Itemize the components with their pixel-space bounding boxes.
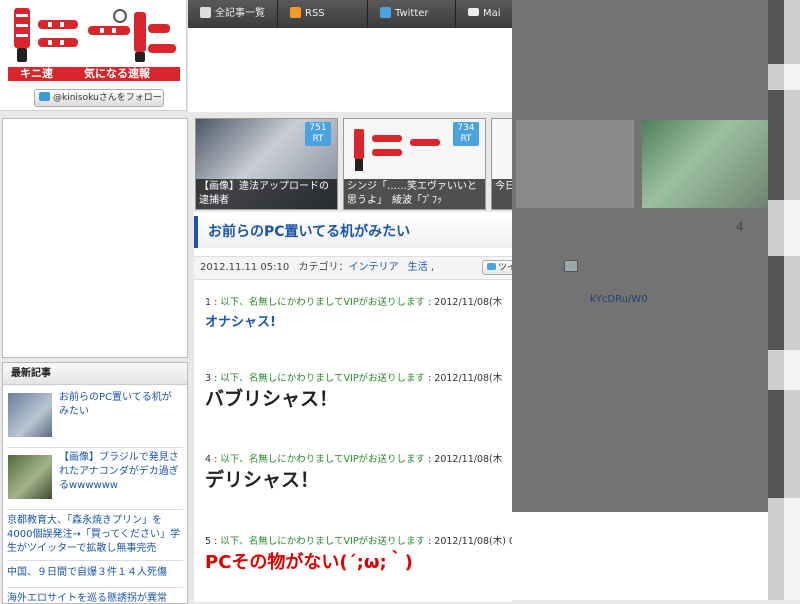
response-name: 以下、名無しにかわりましてVIPがお送りします xyxy=(220,536,426,547)
response-name: 以下、名無しにかわりましてVIPがお送りします xyxy=(220,297,426,308)
response-body: オナシャス! xyxy=(205,315,276,330)
sidebar-ad-box xyxy=(2,118,188,358)
article-date: 2012.11.11 05:10 xyxy=(200,262,290,273)
logo-thumbnail-image xyxy=(354,129,440,171)
divider xyxy=(7,447,183,448)
modal-overlay[interactable]: 4 kYcDRu/W0 xyxy=(512,0,780,512)
twitter-follow-button[interactable]: @kinisokuさんをフォロー xyxy=(34,89,164,107)
response-date: 2012/11/08(木 xyxy=(434,454,503,465)
overlay-image xyxy=(642,120,780,208)
response-name: 以下、名無しにかわりましてVIPがお送りします xyxy=(220,454,426,465)
site-name: キニ速 xyxy=(20,67,53,80)
retweet-count-badge: 734 RT xyxy=(453,122,479,146)
nav-rss[interactable]: RSS xyxy=(278,0,368,28)
rt-count: 734 xyxy=(457,123,475,133)
recent-item-thumbnail[interactable] xyxy=(8,455,52,499)
strip-block xyxy=(784,200,800,256)
featured-caption: 【画像】違法アップロードの逮捕者 xyxy=(196,179,337,209)
response-body: PCその物がない(´;ω;｀) xyxy=(205,552,413,573)
featured-card[interactable]: 734 RT シンジ「……笑エヴァいいと思うよ」 綾波「ﾌﾟﾌｯ xyxy=(343,118,486,210)
recent-item-link[interactable]: 京都教育大、「森永焼きプリン」を4000個誤発注→「買ってください」学生がツイッ… xyxy=(7,514,183,556)
nav-label: Mai xyxy=(483,8,501,19)
recent-item-link[interactable]: お前らのPC置いてる机がみたい xyxy=(59,391,179,419)
featured-caption: 今日おい xyxy=(492,179,513,209)
response-body: バブリシャス！ xyxy=(205,388,339,410)
featured-card[interactable]: 今日おい xyxy=(491,118,513,210)
top-navigation: 全記事一覧 RSS Twitter Mai xyxy=(188,0,512,28)
divider xyxy=(7,560,183,561)
divider xyxy=(7,587,183,588)
recent-item-thumbnail[interactable] xyxy=(8,393,52,437)
rt-label: RT xyxy=(312,134,324,144)
recent-item-link[interactable]: 【画像】ブラジルで発見されたアナコンダがデカ過ぎるwwwwww xyxy=(59,451,185,493)
recent-articles-widget: 最新記事 お前らのPC置いてる机がみたい 【画像】ブラジルで発見されたアナコンダ… xyxy=(2,362,188,604)
rss-icon xyxy=(290,7,301,18)
overlay-number: 4 xyxy=(736,220,744,234)
separator: , xyxy=(430,262,435,273)
retweet-count-badge: 751 RT xyxy=(305,122,331,146)
nav-all-articles[interactable]: 全記事一覧 xyxy=(188,0,278,28)
page-icon xyxy=(200,7,211,18)
overlay-image xyxy=(516,120,634,208)
recent-articles-heading: 最新記事 xyxy=(3,363,187,385)
nav-twitter[interactable]: Twitter xyxy=(368,0,456,28)
overlay-id-text: kYcDRu/W0 xyxy=(590,294,648,305)
twitter-icon xyxy=(380,7,391,18)
response-name: 以下、名無しにかわりましてVIPがお送りします xyxy=(220,373,426,384)
strip-block xyxy=(784,498,800,600)
article-title[interactable]: お前らのPC置いてる机がみたい xyxy=(194,216,512,248)
rt-count: 751 xyxy=(309,123,327,133)
response-date: 2012/11/08(木 xyxy=(434,297,503,308)
header-ad-area xyxy=(188,28,512,112)
strip-block xyxy=(784,350,800,390)
strip-block xyxy=(768,390,784,498)
site-tagline: 気になる速報 xyxy=(84,67,150,80)
site-logo-panel: キニ速 気になる速報 @kinisokuさんをフォロー xyxy=(0,0,187,111)
strip-block xyxy=(784,64,800,90)
category-label: カテゴリ： xyxy=(298,262,349,273)
image-icon xyxy=(564,260,578,272)
featured-caption: シンジ「……笑エヴァいいと思うよ」 綾波「ﾌﾟﾌｯ xyxy=(344,179,485,209)
article-meta-bar: 2012.11.11 05:10 カテゴリ：インテリア 生活 , xyxy=(194,256,512,280)
mail-icon xyxy=(468,8,479,16)
recent-item-link[interactable]: 中国、９日間で自爆３件１４人死傷 xyxy=(7,566,183,580)
twitter-bird-icon xyxy=(487,263,496,270)
nav-mail[interactable]: Mai xyxy=(456,0,512,28)
category-link[interactable]: インテリア xyxy=(348,262,398,273)
content-white-area xyxy=(512,512,768,600)
category-link[interactable]: 生活 xyxy=(408,262,428,273)
rt-label: RT xyxy=(460,134,472,144)
strip-block xyxy=(768,90,784,200)
response-date: 2012/11/08(木 xyxy=(434,373,503,384)
response-header: 3 : 以下、名無しにかわりましてVIPがお送りします : 2012/11/08… xyxy=(205,373,503,384)
response-body: デリシャス！ xyxy=(205,469,320,491)
recent-item-link[interactable]: 海外エロサイトを巡る懸誘拐が異常 xyxy=(7,592,183,603)
featured-card[interactable]: 751 RT 【画像】違法アップロードの逮捕者 xyxy=(195,118,338,210)
twitter-bird-icon xyxy=(39,92,50,101)
site-logo-image[interactable] xyxy=(8,4,180,68)
nav-label: Twitter xyxy=(395,8,429,19)
response-header: 4 : 以下、名無しにかわりましてVIPがお送りします : 2012/11/08… xyxy=(205,454,503,465)
follow-label: @kinisokuさんをフォロー xyxy=(53,93,162,103)
nav-label: RSS xyxy=(305,8,325,19)
nav-label: 全記事一覧 xyxy=(215,8,265,19)
response-header: 1 : 以下、名無しにかわりましてVIPがお送りします : 2012/11/08… xyxy=(205,297,503,308)
strip-block xyxy=(768,0,784,64)
divider xyxy=(7,509,183,510)
strip-block xyxy=(768,256,784,350)
